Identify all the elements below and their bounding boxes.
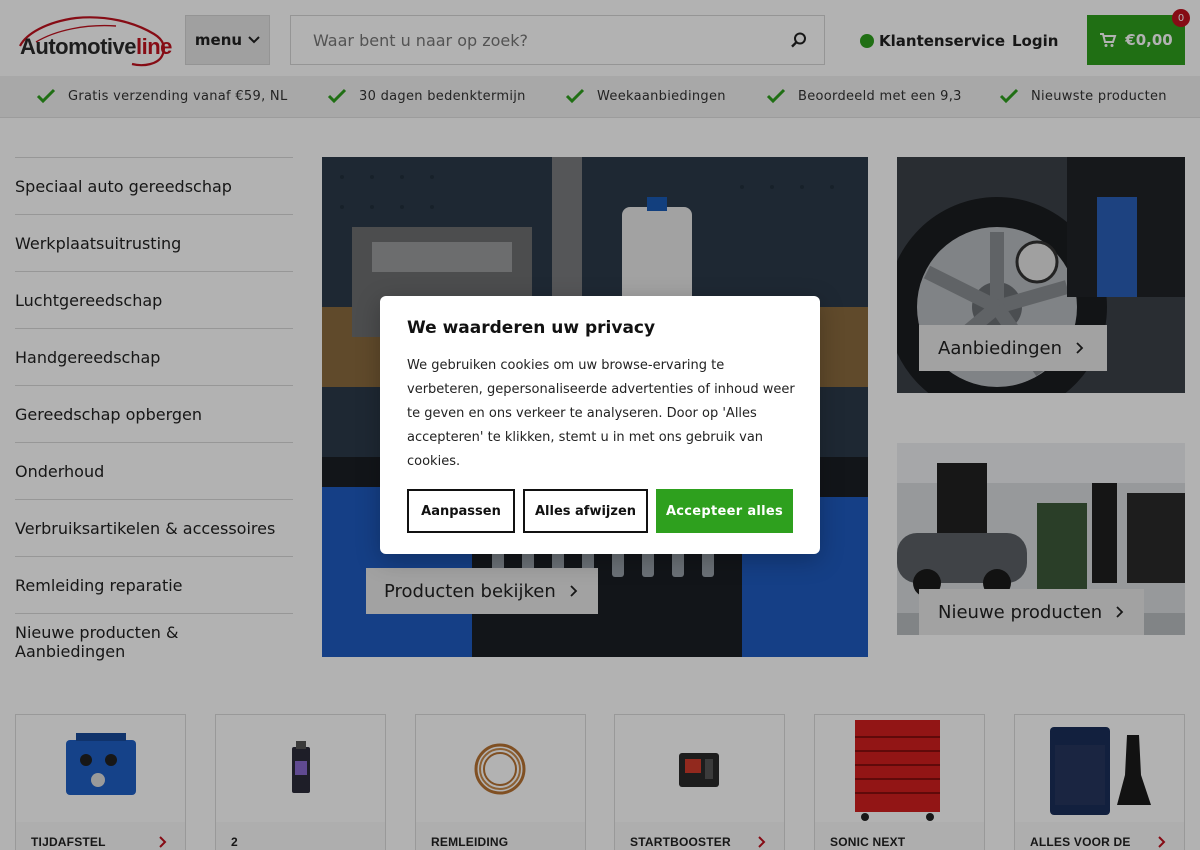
cookie-consent-dialog: We waarderen uw privacy We gebruiken coo… xyxy=(380,296,820,554)
customize-button[interactable]: Aanpassen xyxy=(407,489,515,533)
accept-all-button[interactable]: Accepteer alles xyxy=(656,489,793,533)
cookie-dialog-title: We waarderen uw privacy xyxy=(407,318,656,338)
cookie-dialog-actions: Aanpassen Alles afwijzen Accepteer alles xyxy=(407,489,793,533)
cookie-dialog-body: We gebruiken cookies om uw browse-ervari… xyxy=(407,358,795,469)
reject-all-button[interactable]: Alles afwijzen xyxy=(523,489,648,533)
